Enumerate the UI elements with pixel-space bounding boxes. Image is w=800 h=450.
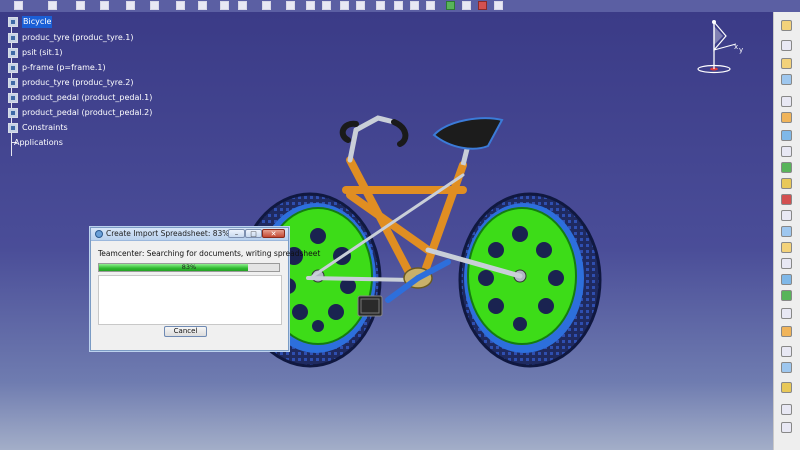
pedal[interactable] bbox=[357, 295, 383, 317]
constraints-icon bbox=[8, 123, 18, 133]
specification-tree: Bicycle produc_tyre (produc_tyre.1) psit… bbox=[2, 16, 202, 156]
toolbar-icon[interactable] bbox=[781, 58, 792, 69]
dialog-titlebar[interactable]: Create Import Spreadsheet: 83% – □ ✕ bbox=[91, 228, 288, 241]
toolbar-button[interactable] bbox=[150, 1, 159, 10]
toolbar-icon[interactable] bbox=[781, 96, 792, 107]
tree-item-product-pedal-1[interactable]: product_pedal (product_pedal.1) bbox=[8, 92, 198, 105]
toolbar-icon[interactable] bbox=[781, 422, 792, 433]
right-toolbar bbox=[773, 12, 800, 450]
toolbar-button[interactable] bbox=[426, 1, 435, 10]
dialog-content-area bbox=[98, 275, 282, 325]
toolbar-icon[interactable] bbox=[781, 258, 792, 269]
toolbar-button[interactable] bbox=[198, 1, 207, 10]
seat[interactable] bbox=[432, 117, 504, 166]
bicycle-model[interactable] bbox=[238, 100, 618, 370]
toolbar-icon[interactable] bbox=[781, 326, 792, 337]
tree-node-label: produc_tyre (produc_tyre.1) bbox=[22, 33, 134, 42]
toolbar-icon[interactable] bbox=[781, 162, 792, 173]
tree-node-label: p-frame (p=frame.1) bbox=[22, 63, 106, 72]
close-button[interactable]: ✕ bbox=[262, 229, 285, 238]
tree-item-produc-tyre-2[interactable]: produc_tyre (produc_tyre.2) bbox=[8, 77, 198, 90]
toolbar-icon[interactable] bbox=[781, 308, 792, 319]
dialog-title: Create Import Spreadsheet: 83% bbox=[106, 229, 230, 238]
cancel-button[interactable]: Cancel bbox=[164, 326, 207, 337]
toolbar-button[interactable] bbox=[76, 1, 85, 10]
toolbar-icon[interactable] bbox=[781, 40, 792, 51]
part-icon bbox=[8, 93, 18, 103]
toolbar-button[interactable] bbox=[14, 1, 23, 10]
tree-node-label: Applications bbox=[14, 138, 63, 147]
tree-item-applications[interactable]: Applications bbox=[10, 137, 200, 150]
toolbar-button[interactable] bbox=[220, 1, 229, 10]
toolbar-icon[interactable] bbox=[781, 382, 792, 393]
maximize-button[interactable]: □ bbox=[245, 229, 262, 238]
toolbar-icon[interactable] bbox=[781, 112, 792, 123]
toolbar-button[interactable] bbox=[340, 1, 349, 10]
tree-item-product-pedal-2[interactable]: product_pedal (product_pedal.2) bbox=[8, 107, 198, 120]
handlebar[interactable] bbox=[339, 115, 409, 163]
toolbar-icon[interactable] bbox=[781, 130, 792, 141]
tree-node-label: product_pedal (product_pedal.2) bbox=[22, 108, 153, 117]
toolbar-button[interactable] bbox=[100, 1, 109, 10]
toolbar-icon[interactable] bbox=[781, 74, 792, 85]
toolbar-icon[interactable] bbox=[781, 194, 792, 205]
toolbar-icon[interactable] bbox=[781, 20, 792, 31]
compass-x-label: x bbox=[734, 43, 738, 51]
toolbar-icon[interactable] bbox=[781, 242, 792, 253]
tree-root-bicycle[interactable]: Bicycle bbox=[8, 16, 198, 29]
toolbar-icon[interactable] bbox=[781, 290, 792, 301]
progress-label: 83% bbox=[181, 263, 197, 271]
toolbar-button[interactable] bbox=[306, 1, 315, 10]
toolbar-icon[interactable] bbox=[781, 210, 792, 221]
toolbar-button[interactable] bbox=[322, 1, 331, 10]
toolbar-icon[interactable] bbox=[781, 346, 792, 357]
toolbar-button[interactable] bbox=[394, 1, 403, 10]
part-icon bbox=[8, 63, 18, 73]
toolbar-icon[interactable] bbox=[781, 178, 792, 189]
toolbar-icon[interactable] bbox=[781, 404, 792, 415]
toolbar-button[interactable] bbox=[356, 1, 365, 10]
app-icon bbox=[95, 230, 103, 238]
tree-item-produc-tyre-1[interactable]: produc_tyre (produc_tyre.1) bbox=[8, 32, 198, 45]
toolbar-icon[interactable] bbox=[781, 146, 792, 157]
tree-node-label: Constraints bbox=[22, 123, 68, 132]
toolbar-button[interactable] bbox=[376, 1, 385, 10]
compass-icon[interactable]: x y bbox=[696, 14, 746, 76]
assembly-icon bbox=[8, 17, 18, 27]
part-icon bbox=[8, 78, 18, 88]
toolbar-button[interactable] bbox=[48, 1, 57, 10]
part-icon bbox=[8, 48, 18, 58]
tree-node-label: produc_tyre (produc_tyre.2) bbox=[22, 78, 134, 87]
tree-item-p-frame[interactable]: p-frame (p=frame.1) bbox=[8, 62, 198, 75]
top-toolbar bbox=[0, 0, 800, 12]
toolbar-button[interactable] bbox=[262, 1, 271, 10]
toolbar-button[interactable] bbox=[462, 1, 471, 10]
create-import-spreadsheet-dialog: Create Import Spreadsheet: 83% – □ ✕ Tea… bbox=[90, 227, 321, 351]
toolbar-button[interactable] bbox=[126, 1, 135, 10]
toolbar-icon[interactable] bbox=[781, 362, 792, 373]
compass-y-label: y bbox=[739, 46, 743, 54]
dialog-message: Teamcenter: Searching for documents, wri… bbox=[98, 249, 321, 258]
progress-bar: 83% bbox=[98, 263, 280, 272]
minimize-button[interactable]: – bbox=[228, 229, 245, 238]
toolbar-button[interactable] bbox=[176, 1, 185, 10]
toolbar-button[interactable] bbox=[286, 1, 295, 10]
toolbar-button[interactable] bbox=[446, 1, 455, 10]
tree-node-label: psit (sit.1) bbox=[22, 48, 63, 57]
toolbar-button[interactable] bbox=[494, 1, 503, 10]
front-wheel[interactable] bbox=[458, 192, 602, 368]
toolbar-button[interactable] bbox=[410, 1, 419, 10]
tree-node-label: product_pedal (product_pedal.1) bbox=[22, 93, 153, 102]
tree-node-label: Bicycle bbox=[22, 16, 53, 28]
tree-item-constraints[interactable]: Constraints bbox=[8, 122, 198, 135]
toolbar-icon[interactable] bbox=[781, 226, 792, 237]
toolbar-button[interactable] bbox=[238, 1, 247, 10]
tree-item-psit[interactable]: psit (sit.1) bbox=[8, 47, 198, 60]
toolbar-button[interactable] bbox=[478, 1, 487, 10]
toolbar-icon[interactable] bbox=[781, 274, 792, 285]
part-icon bbox=[8, 108, 18, 118]
part-icon bbox=[8, 33, 18, 43]
